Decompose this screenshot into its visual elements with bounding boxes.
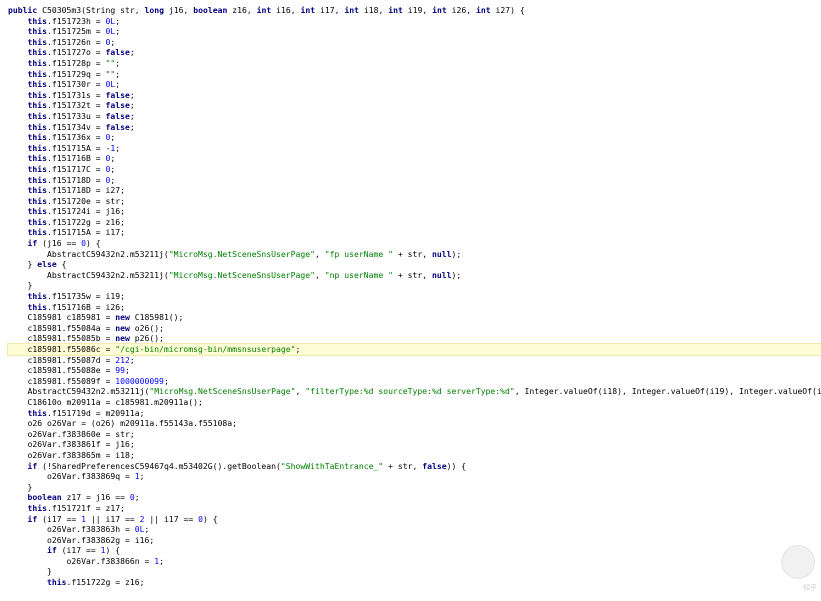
code-line[interactable]: } <box>8 482 821 493</box>
code-line[interactable]: o26Var.f383865m = i18; <box>8 450 821 461</box>
code-line[interactable]: C18610o m20911a = c185981.m20911a(); <box>8 397 821 408</box>
code-line[interactable]: o26Var.f383860e = str; <box>8 429 821 440</box>
code-line[interactable]: this.f151718D = i27; <box>8 185 821 196</box>
code-line[interactable]: this.f151724i = j16; <box>8 206 821 217</box>
code-line[interactable]: this.f151725m = 0L; <box>8 26 821 37</box>
code-line[interactable]: AbstractC59432n2.m53211j("MicroMsg.NetSc… <box>8 249 821 260</box>
code-line[interactable]: o26Var.f383863h = 0L; <box>8 524 821 535</box>
code-line[interactable]: this.f151715A = i17; <box>8 227 821 238</box>
code-line[interactable]: o26Var.f383866n = 1; <box>8 556 821 567</box>
code-line[interactable]: c185981.f55085b = new p26(); <box>8 333 821 344</box>
code-line[interactable]: this.f151721f = z17; <box>8 503 821 514</box>
code-line[interactable]: this.f151732t = false; <box>8 100 821 111</box>
code-editor[interactable]: public C50305m3(String str, long j16, bo… <box>0 0 821 601</box>
code-view[interactable]: public C50305m3(String str, long j16, bo… <box>7 5 821 588</box>
code-line[interactable]: if (i17 == 1) { <box>8 545 821 556</box>
code-line[interactable]: c185981.f55088e = 99; <box>8 365 821 376</box>
code-line[interactable]: } else { <box>8 259 821 270</box>
code-line[interactable]: this.f151722g = z16; <box>8 577 821 588</box>
code-line[interactable]: o26Var.f383861f = j16; <box>8 439 821 450</box>
code-line[interactable]: boolean z17 = j16 == 0; <box>8 492 821 503</box>
code-line[interactable]: this.f151733u = false; <box>8 111 821 122</box>
code-line[interactable]: o26Var.f383862g = i16; <box>8 535 821 546</box>
code-line[interactable]: this.f151715A = -1; <box>8 143 821 154</box>
code-line[interactable]: c185981.f55087d = 212; <box>8 355 821 366</box>
code-line[interactable]: this.f151717C = 0; <box>8 164 821 175</box>
code-line[interactable]: this.f151718D = 0; <box>8 175 821 186</box>
code-line[interactable]: } <box>8 566 821 577</box>
code-line[interactable]: if (j16 == 0) { <box>8 238 821 249</box>
code-line[interactable]: c185981.f55084a = new o26(); <box>8 323 821 334</box>
code-line[interactable]: if (i17 == 1 || i17 == 2 || i17 == 0) { <box>8 514 821 525</box>
code-line[interactable]: if (!SharedPreferencesC59467q4.m53402G()… <box>8 461 821 472</box>
code-line[interactable]: this.f151723h = 0L; <box>8 16 821 27</box>
code-line[interactable]: AbstractC59432n2.m53211j("MicroMsg.NetSc… <box>8 386 821 397</box>
code-line[interactable]: C185981 c185981 = new C185981(); <box>8 312 821 323</box>
code-line[interactable]: AbstractC59432n2.m53211j("MicroMsg.NetSc… <box>8 270 821 281</box>
code-line[interactable]: this.f151731s = false; <box>8 90 821 101</box>
watermark-text: 知乎 <box>803 584 817 592</box>
code-line[interactable]: this.f151716B = i26; <box>8 302 821 313</box>
code-line[interactable]: this.f151716B = 0; <box>8 153 821 164</box>
code-line[interactable]: } <box>8 280 821 291</box>
watermark-logo <box>781 545 815 579</box>
code-line[interactable]: this.f151729q = ""; <box>8 69 821 80</box>
code-line[interactable]: this.f151720e = str; <box>8 196 821 207</box>
code-line[interactable]: this.f151719d = m20911a; <box>8 408 821 419</box>
code-line[interactable]: this.f151722g = z16; <box>8 217 821 228</box>
code-line[interactable]: this.f151730r = 0L; <box>8 79 821 90</box>
code-line[interactable]: c185981.f55089f = 1000000099; <box>8 376 821 387</box>
code-line[interactable]: this.f151728p = ""; <box>8 58 821 69</box>
code-line[interactable]: this.f151736x = 0; <box>8 132 821 143</box>
code-line[interactable]: o26 o26Var = (o26) m20911a.f55143a.f5510… <box>8 418 821 429</box>
highlighted-code-line[interactable]: c185981.f55086c = "/cgi-bin/micromsg-bin… <box>7 343 821 356</box>
code-line[interactable]: this.f151727o = false; <box>8 47 821 58</box>
code-line[interactable]: this.f151734v = false; <box>8 122 821 133</box>
code-line[interactable]: o26Var.f383869q = 1; <box>8 471 821 482</box>
code-line[interactable]: this.f151735w = i19; <box>8 291 821 302</box>
code-line[interactable]: this.f151726n = 0; <box>8 37 821 48</box>
code-line[interactable]: public C50305m3(String str, long j16, bo… <box>8 5 821 16</box>
